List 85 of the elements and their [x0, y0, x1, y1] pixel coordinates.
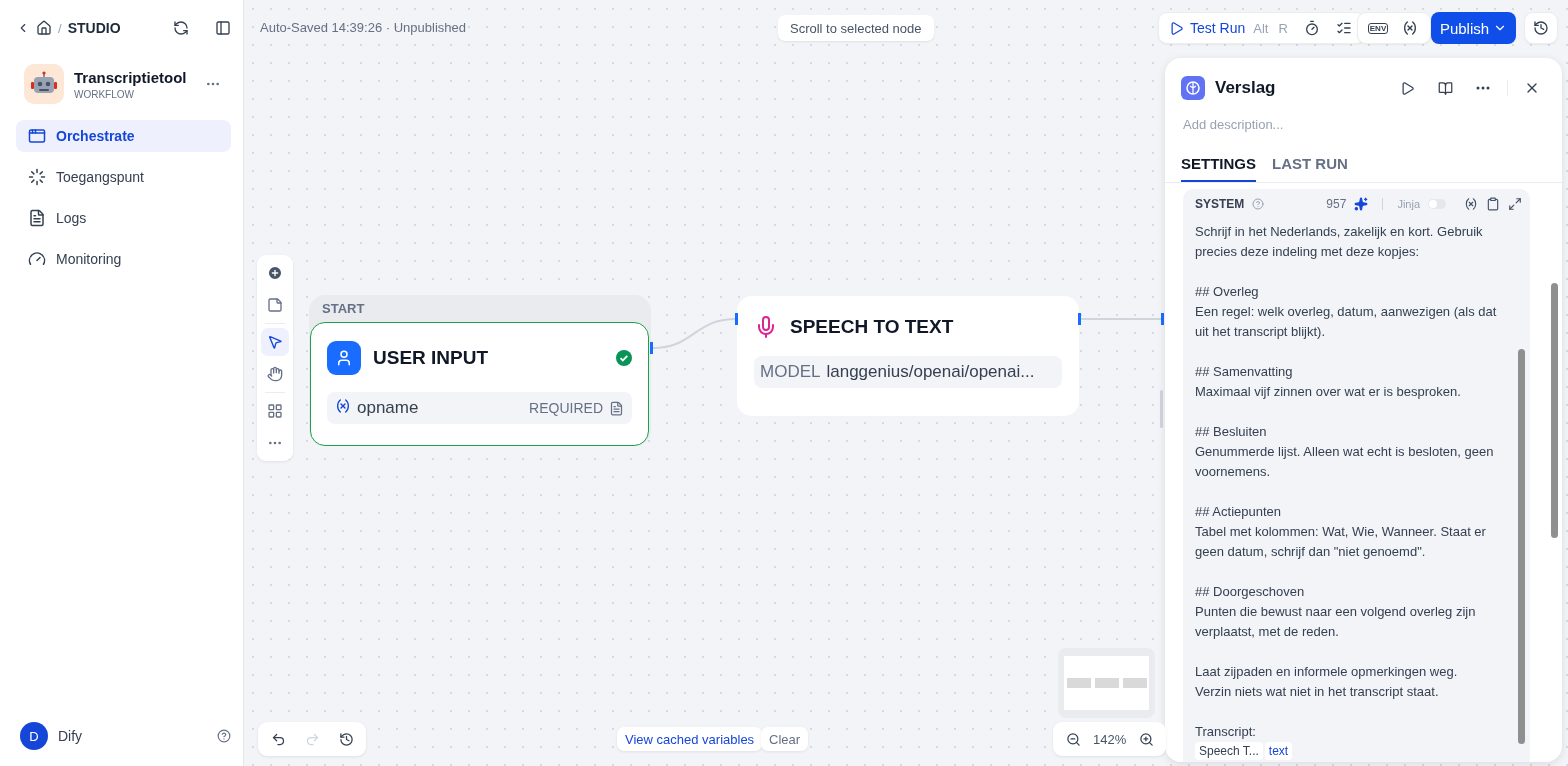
history-icon	[338, 731, 354, 747]
document-icon	[28, 209, 46, 227]
app-type: WORKFLOW	[74, 88, 135, 100]
home-icon[interactable]	[36, 20, 52, 36]
node-handle[interactable]	[1078, 313, 1081, 325]
breadcrumb-label[interactable]: STUDIO	[67, 20, 121, 36]
note-icon	[267, 297, 283, 313]
redo-icon	[304, 731, 320, 747]
save-status: Auto-Saved 14:39:26 · Unpublished	[260, 20, 466, 35]
user-name: Dify	[58, 728, 83, 744]
zoom-level: 142%	[1092, 731, 1128, 747]
prompt-editor[interactable]	[1183, 189, 1530, 762]
zoom-out-icon	[1065, 731, 1081, 747]
speech-node[interactable]: SPEECH TO TEXT MODEL langgenius/openai/openai...	[737, 296, 1079, 416]
scroll-to-node-button[interactable]: Scroll to selected node	[778, 15, 934, 41]
spinner-icon	[28, 168, 46, 186]
nav-item[interactable]: Logs	[16, 202, 231, 234]
sidebar-toggle-icon[interactable]	[215, 20, 231, 36]
prompt-text: ## Overleg Een regel: welk overleg, datum, aanwezigen (als dat uit het transcript blijkt).	[1195, 283, 1498, 341]
user-avatar[interactable]: D	[20, 722, 48, 750]
sparkle-icon[interactable]	[1354, 197, 1369, 211]
nav-item[interactable]: Monitoring	[16, 243, 231, 275]
help-icon[interactable]	[217, 729, 231, 743]
prompt-text: Transcript:	[1195, 723, 1257, 741]
node-title: SPEECH TO TEXT	[790, 316, 955, 338]
node-handle[interactable]	[650, 342, 653, 354]
prompt-text: ## Doorgeschoven Punten die bewust naar een volgend overleg zijn verplaatst, met de reden.	[1195, 583, 1477, 641]
timer-icon	[1303, 20, 1320, 36]
document-icon	[609, 400, 624, 416]
scrollbar[interactable]	[1551, 283, 1558, 538]
panel-tab[interactable]: SETTINGS	[1181, 155, 1256, 182]
prompt-text: ## Besluiten Genummerde lijst. Alleen wat echt is besloten, geen voornemens.	[1195, 423, 1495, 481]
window-icon	[28, 127, 46, 145]
role-label: SYSTEM	[1195, 197, 1245, 211]
jinja-toggle[interactable]	[1428, 199, 1446, 209]
clipboard-icon[interactable]	[1486, 197, 1500, 211]
clear-button[interactable]: Clear	[761, 727, 809, 751]
node-title: USER INPUT	[373, 347, 490, 369]
pointer-icon	[267, 334, 283, 350]
app-name: Transcriptietool	[74, 68, 188, 86]
play-icon	[1169, 20, 1184, 36]
help-icon	[1252, 198, 1265, 210]
prompt-text: ## Samenvatting Maximaal vijf zinnen over wat er is besproken.	[1195, 363, 1462, 401]
prompt-text: Schrijf in het Nederlands, zakelijk en kort. Gebruik precies deze indeling met deze kopjes:	[1195, 223, 1484, 261]
gauge-icon	[28, 250, 46, 268]
user-icon	[327, 341, 361, 375]
add-icon	[267, 265, 283, 281]
prompt-text: ## Actiepunten Tabel met kolommen: Wat, Wie, Wanneer. Staat er geen datum, schrijf dan "niet genoemd".	[1195, 503, 1487, 561]
history-icon	[1533, 20, 1549, 36]
refresh-icon[interactable]	[173, 20, 189, 36]
variable-icon	[1402, 20, 1418, 36]
nav-item[interactable]: Toegangspunt	[16, 161, 231, 193]
check-icon	[616, 350, 632, 366]
expand-icon[interactable]	[1508, 197, 1522, 211]
jinja-label: Jinja	[1397, 198, 1420, 210]
cached-variables-button[interactable]: View cached variables	[617, 727, 763, 751]
publish-button[interactable]: Publish	[1431, 12, 1516, 44]
tool-button[interactable]	[261, 328, 289, 356]
node-handle[interactable]	[735, 313, 738, 325]
required-label: REQUIRED	[529, 400, 603, 416]
node-icon	[1181, 76, 1205, 100]
more-icon	[1476, 86, 1490, 90]
variable-icon[interactable]	[1464, 197, 1478, 211]
scrollbar[interactable]	[1518, 349, 1525, 744]
nav-item[interactable]: Orchestrate	[16, 120, 231, 152]
model-name: langgenius/openai/openai...	[826, 362, 1035, 382]
user-input-node[interactable]: USER INPUT opname REQUIRED	[310, 322, 649, 446]
panel-tab[interactable]: LAST RUN	[1272, 155, 1348, 182]
undo-icon	[270, 731, 286, 747]
prompt-text: Laat zijpaden en informele opmerkingen weg. Verzin niets wat niet in het transcript staat.	[1195, 663, 1459, 701]
group-label: START	[321, 300, 366, 318]
zoom-in-icon	[1138, 731, 1154, 747]
model-label: MODEL	[760, 362, 821, 382]
separator: /	[58, 20, 62, 36]
book-icon	[1437, 80, 1453, 96]
node-handle[interactable]	[1161, 313, 1164, 325]
checklist-icon	[1335, 20, 1352, 36]
character-count: 957	[1326, 197, 1347, 211]
panel-title[interactable]: Verslag	[1215, 78, 1383, 98]
grid-icon	[267, 403, 283, 419]
variable-name: opname	[357, 398, 420, 418]
variable-chip: text	[1264, 742, 1293, 760]
play-icon	[1399, 80, 1415, 96]
hand-icon	[267, 366, 283, 382]
variable-chip: Speech T...	[1195, 742, 1263, 760]
